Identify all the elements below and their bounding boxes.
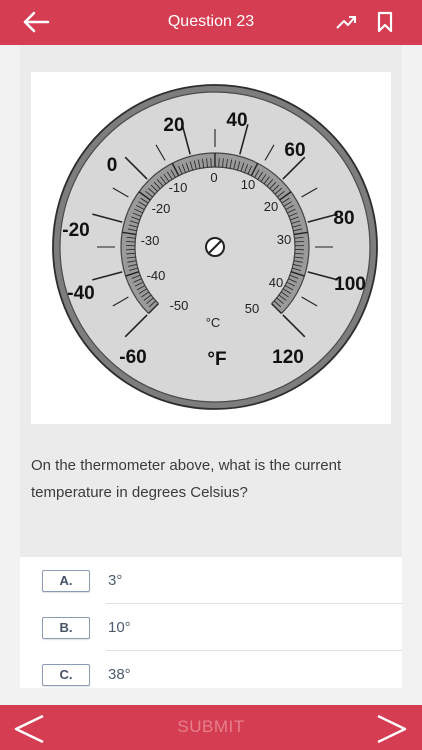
celsius-tick [294, 241, 304, 243]
divider [106, 650, 402, 651]
celsius-label: -50 [170, 298, 189, 313]
thermometer-dial: -60 -40 -20 0 20 40 60 80 100 120 -50 -4… [52, 84, 378, 410]
answer-text: 3° [108, 572, 123, 589]
celsius-label: 50 [245, 301, 259, 316]
answer-text: 10° [108, 619, 131, 636]
fahrenheit-label: -40 [67, 283, 94, 304]
fahrenheit-label: 80 [333, 208, 354, 229]
celsius-label: 0 [210, 170, 217, 185]
fahrenheit-label: -60 [119, 347, 146, 368]
question-text: On the thermometer above, what is the cu… [31, 457, 342, 501]
answer-text: 38° [108, 666, 131, 683]
trend-up-icon[interactable] [336, 13, 358, 31]
fahrenheit-label: -20 [62, 220, 89, 241]
celsius-label: 40 [269, 275, 283, 290]
question-figure: -60 -40 -20 0 20 40 60 80 100 120 -50 -4… [31, 72, 391, 424]
bottom-bar: SUBMIT [0, 705, 422, 750]
answer-option-c[interactable]: C. 38° [20, 652, 402, 688]
answer-letter: B. [42, 617, 90, 639]
fahrenheit-label: 100 [334, 274, 366, 295]
answer-option-a[interactable]: A. 3° [20, 558, 402, 604]
celsius-label: 10 [241, 177, 255, 192]
celsius-label: -20 [152, 201, 171, 216]
fahrenheit-unit: °F [207, 349, 226, 370]
celsius-label: -30 [141, 233, 160, 248]
celsius-tick [126, 241, 136, 243]
fahrenheit-label: 120 [272, 347, 304, 368]
answer-letter: C. [42, 664, 90, 686]
fahrenheit-label: 60 [284, 140, 305, 161]
bookmark-icon[interactable] [377, 11, 393, 33]
page-title: Question 23 [167, 13, 255, 30]
submit-button[interactable]: SUBMIT [150, 717, 272, 737]
chevron-right-icon[interactable] [375, 714, 409, 744]
celsius-unit: °C [206, 315, 221, 330]
fahrenheit-label: 20 [163, 115, 184, 136]
answer-letter: A. [42, 570, 90, 592]
celsius-label: -40 [147, 268, 166, 283]
fahrenheit-label: 0 [107, 155, 118, 176]
answer-option-b[interactable]: B. 10° [20, 605, 402, 651]
celsius-label: -10 [169, 180, 188, 195]
celsius-label: 20 [264, 199, 278, 214]
divider [106, 603, 402, 604]
celsius-label: 30 [277, 232, 291, 247]
answer-list: A. 3° B. 10° C. 38° [20, 557, 402, 688]
top-bar: Question 23 [0, 0, 422, 45]
fahrenheit-label: 40 [226, 110, 247, 131]
chevron-left-icon[interactable] [12, 714, 46, 744]
